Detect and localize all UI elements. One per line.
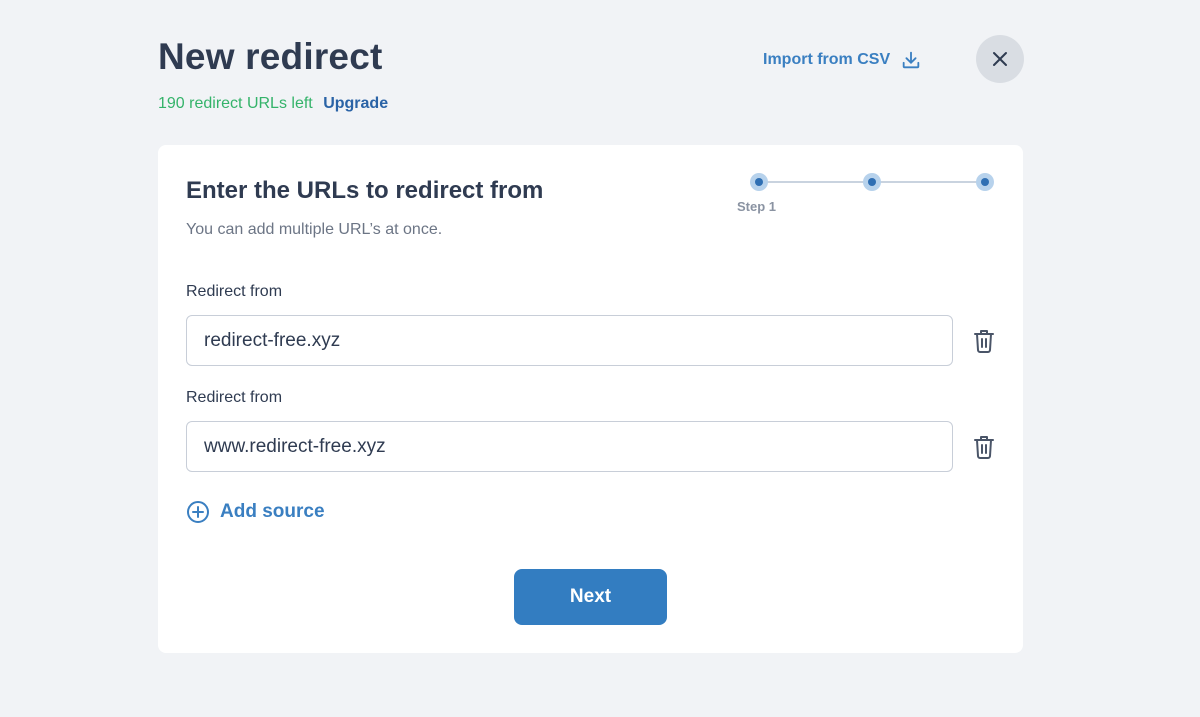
new-redirect-page: New redirect 190 redirect URLs left Upgr…	[0, 0, 1200, 717]
redirect-from-input[interactable]	[186, 421, 953, 472]
plus-circle-icon	[187, 501, 209, 523]
download-icon	[902, 51, 920, 69]
card-subtext: You can add multiple URL’s at once.	[186, 221, 443, 238]
page-title: New redirect	[158, 36, 383, 77]
step-dot-2	[863, 173, 881, 191]
delete-source-button[interactable]	[970, 327, 998, 355]
close-button[interactable]	[976, 35, 1024, 83]
redirect-from-label: Redirect from	[186, 389, 283, 406]
add-source-label: Add source	[220, 501, 325, 522]
step-connector	[872, 181, 985, 183]
step-dot-1	[750, 173, 768, 191]
step-dot-3	[976, 173, 994, 191]
quota-line: 190 redirect URLs left Upgrade	[158, 95, 388, 113]
quota-remaining-text: 190 redirect URLs left	[158, 95, 313, 112]
delete-source-button[interactable]	[970, 433, 998, 461]
next-button[interactable]: Next	[514, 569, 667, 625]
step-label: Step 1	[737, 199, 777, 214]
close-icon	[993, 52, 1007, 66]
trash-icon	[974, 436, 994, 459]
redirect-from-input[interactable]	[186, 315, 953, 366]
redirect-from-label: Redirect from	[186, 283, 283, 300]
step-connector	[759, 181, 872, 183]
import-csv-label: Import from CSV	[763, 51, 891, 68]
redirect-source-card: Enter the URLs to redirect from You can …	[158, 145, 1023, 653]
add-source-button[interactable]: Add source	[186, 500, 325, 524]
step-indicator: Step 1	[737, 171, 996, 221]
card-heading: Enter the URLs to redirect from	[186, 177, 544, 204]
trash-icon	[974, 330, 994, 353]
import-csv-button[interactable]: Import from CSV	[763, 47, 922, 73]
upgrade-link[interactable]: Upgrade	[323, 95, 388, 112]
